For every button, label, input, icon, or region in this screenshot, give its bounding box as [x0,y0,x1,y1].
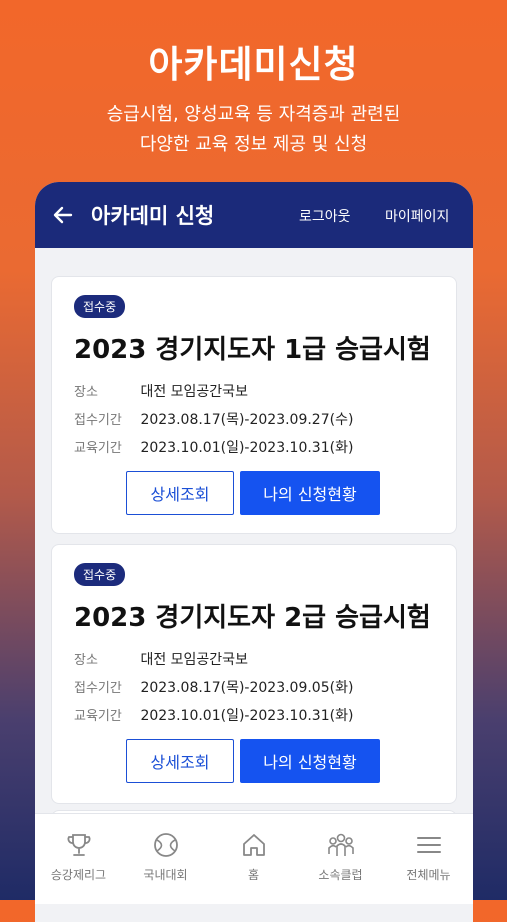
tab-club[interactable]: 소속클럽 [297,814,384,894]
status-badge: 접수중 [74,295,126,318]
card-title: 2023 경기지도자 2급 승급시험 [74,603,431,633]
tab-label: 국내대회 [143,868,188,882]
my-application-button[interactable]: 나의 신청현황 [240,471,380,515]
place-label: 장소 [74,653,98,668]
education-value: 2023.10.01(일)-2023.10.31(화) [140,440,354,456]
app-bar: 아카데미 신청 로그아웃 마이페이지 [35,182,473,248]
arrow-left-icon[interactable] [51,203,75,227]
place-label: 장소 [74,385,98,400]
registration-label: 접수기간 [74,413,122,428]
ball-icon [153,833,178,857]
status-badge: 접수중 [74,563,126,586]
education-label: 교육기간 [74,441,122,456]
education-row: 교육기간 2023.10.01(일)-2023.10.31(화) [74,437,353,457]
tab-label: 소속클럽 [318,868,363,882]
place-row: 장소 대전 모임공간국보 [74,649,248,669]
tab-label: 전체메뉴 [406,868,451,882]
home-icon [242,834,265,856]
tab-domestic[interactable]: 국내대회 [122,814,209,894]
page-title: 아카데미 신청 [91,204,215,228]
registration-value: 2023.08.17(목)-2023.09.27(수) [140,412,354,428]
people-icon [327,833,354,856]
promo-subtitle-line2: 다양한 교육 정보 제공 및 신청 [139,134,368,155]
registration-row: 접수기간 2023.08.17(목)-2023.09.27(수) [74,409,353,429]
bottom-tab-bar: 승강제리그 국내대회 홈 소속클럽 전체메뉴 [35,813,473,904]
place-row: 장소 대전 모임공간국보 [74,381,248,401]
detail-button[interactable]: 상세조회 [126,739,234,783]
education-value: 2023.10.01(일)-2023.10.31(화) [140,708,354,724]
tab-league[interactable]: 승강제리그 [35,814,122,894]
registration-label: 접수기간 [74,681,122,696]
promo-subtitle: 승급시험, 양성교육 등 자격증과 관련된 다양한 교육 정보 제공 및 신청 [0,100,507,160]
education-label: 교육기간 [74,709,122,724]
registration-row: 접수기간 2023.08.17(목)-2023.09.05(화) [74,677,353,697]
mypage-link[interactable]: 마이페이지 [385,206,449,226]
tab-label: 홈 [247,868,260,882]
logout-link[interactable]: 로그아웃 [299,206,351,226]
tab-home[interactable]: 홈 [210,814,297,894]
my-application-button[interactable]: 나의 신청현황 [240,739,380,783]
academy-card-2: 접수중 2023 경기지도자 2급 승급시험 장소 대전 모임공간국보 접수기간… [51,544,457,804]
registration-value: 2023.08.17(목)-2023.09.05(화) [140,680,354,696]
phone-screen: 아카데미 신청 로그아웃 마이페이지 접수중 2023 경기지도자 1급 승급시… [35,182,473,922]
promo-subtitle-line1: 승급시험, 양성교육 등 자격증과 관련된 [106,104,401,125]
trophy-icon [67,834,90,856]
place-value: 대전 모임공간국보 [140,652,248,668]
detail-button[interactable]: 상세조회 [126,471,234,515]
tab-label: 승강제리그 [50,868,107,882]
tab-menu[interactable]: 전체메뉴 [385,814,472,894]
academy-card-1: 접수중 2023 경기지도자 1급 승급시험 장소 대전 모임공간국보 접수기간… [51,276,457,534]
place-value: 대전 모임공간국보 [140,384,248,400]
promo-title: 아카데미신청 [148,43,359,86]
menu-icon [416,837,441,853]
card-title: 2023 경기지도자 1급 승급시험 [74,335,431,365]
education-row: 교육기간 2023.10.01(일)-2023.10.31(화) [74,705,353,725]
